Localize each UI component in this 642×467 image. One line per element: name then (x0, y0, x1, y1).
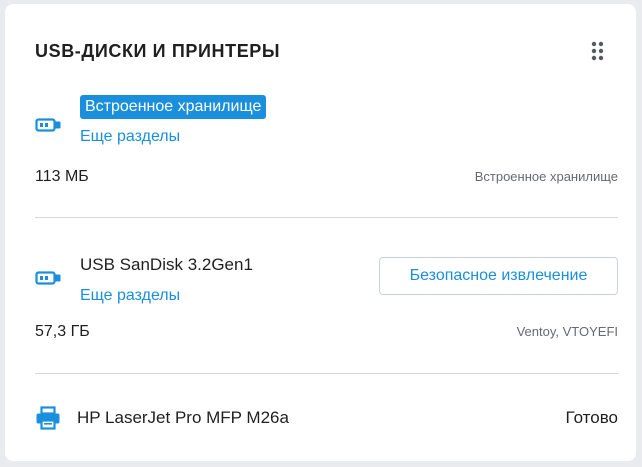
usb-drives-printers-card: USB-ДИСКИ И ПРИНТЕРЫ Встроенное хранилищ… (5, 4, 636, 461)
device-item-usb-sandisk: USB SanDisk 3.2Gen1 Безопасное извлечени… (35, 255, 618, 345)
card-header: USB-ДИСКИ И ПРИНТЕРЫ (35, 40, 612, 64)
device-description: Ventoy, VTOYEFI (516, 324, 618, 339)
device-name: USB SanDisk 3.2Gen1 (80, 255, 253, 274)
more-partitions-link[interactable]: Еще разделы (80, 127, 180, 147)
device-item-internal-storage: Встроенное хранилище Еще разделы 113 МБ … (35, 95, 618, 185)
usb-drive-icon (35, 115, 63, 135)
printer-item: HP LaserJet Pro MFP M26a Готово (35, 406, 618, 430)
device-size: 57,3 ГБ (35, 323, 90, 340)
card-title: USB-ДИСКИ И ПРИНТЕРЫ (35, 41, 281, 61)
printer-status: Готово (565, 408, 619, 427)
divider (35, 373, 618, 374)
drag-handle-icon[interactable] (588, 40, 608, 62)
device-description: Встроенное хранилище (474, 169, 618, 184)
printer-icon (35, 406, 61, 430)
divider (35, 217, 618, 218)
device-name: Встроенное хранилище (80, 95, 267, 119)
usb-drive-icon (35, 268, 63, 288)
device-size: 113 МБ (35, 168, 89, 185)
printer-name: HP LaserJet Pro MFP M26a (77, 408, 289, 427)
more-partitions-link[interactable]: Еще разделы (80, 286, 180, 306)
safe-eject-button[interactable]: Безопасное извлечение (379, 257, 618, 295)
